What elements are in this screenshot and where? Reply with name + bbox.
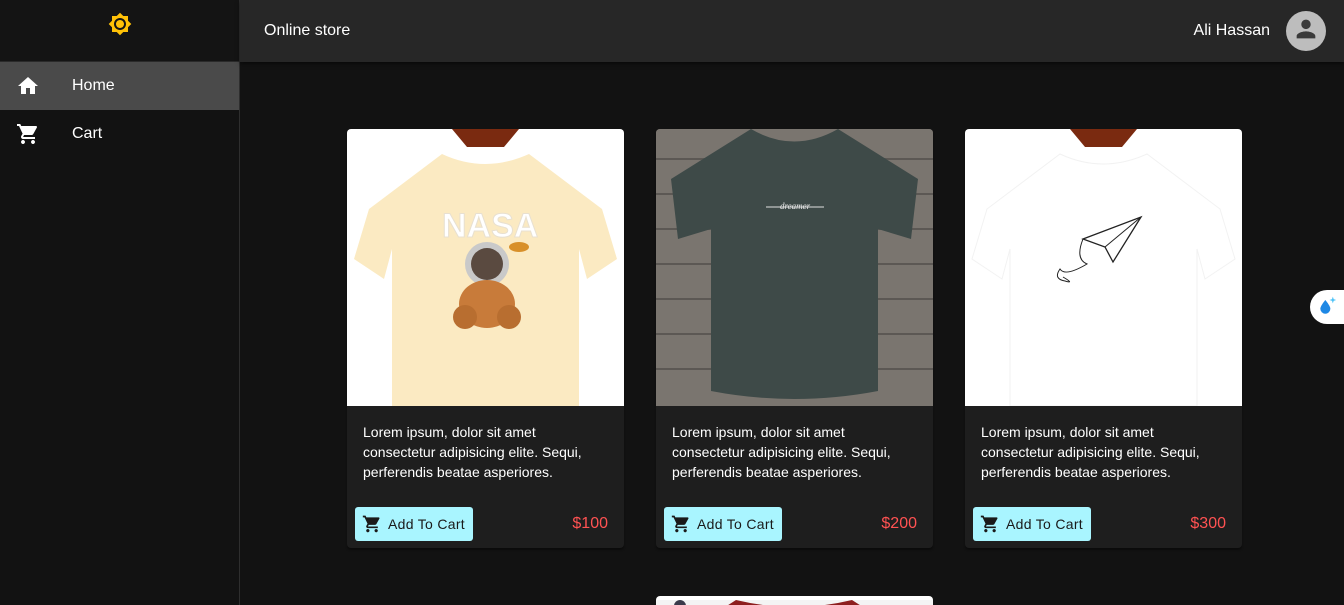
- product-card: dreamer Lorem ipsum, dolor sit amet cons…: [656, 129, 933, 548]
- product-card-partial: [656, 596, 933, 605]
- product-description: Lorem ipsum, dolor sit amet consectetur …: [672, 424, 891, 480]
- droplet-icon: [1317, 295, 1337, 320]
- product-description: Lorem ipsum, dolor sit amet consectetur …: [981, 424, 1200, 480]
- product-card: NASA Lorem ipsum, dolor sit amet consect…: [347, 129, 624, 548]
- sidebar-item-cart[interactable]: Cart: [0, 110, 239, 158]
- product-card: Lorem ipsum, dolor sit amet consectetur …: [965, 129, 1242, 548]
- product-image: [656, 600, 933, 605]
- add-to-cart-label: Add To Cart: [1006, 516, 1083, 532]
- sidebar-item-label: Home: [72, 77, 115, 94]
- add-to-cart-button[interactable]: Add To Cart: [664, 507, 782, 541]
- sidebar-header: [0, 0, 239, 62]
- add-to-cart-label: Add To Cart: [697, 516, 774, 532]
- home-icon: [16, 74, 40, 98]
- card-actions: Add To Cart $100: [347, 507, 624, 541]
- product-price: $300: [1190, 515, 1226, 532]
- cart-icon: [980, 514, 1000, 534]
- product-price: $200: [881, 515, 917, 532]
- cart-icon: [362, 514, 382, 534]
- page-title: Online store: [264, 22, 351, 39]
- product-price: $100: [572, 515, 608, 532]
- card-actions: Add To Cart $200: [656, 507, 933, 541]
- sidebar-item-home[interactable]: Home: [0, 62, 239, 110]
- app-bar: Online store Ali Hassan: [240, 0, 1344, 62]
- sun-icon[interactable]: [108, 12, 132, 41]
- product-image: [965, 129, 1242, 406]
- product-image: NASA: [347, 129, 624, 406]
- svg-text:dreamer: dreamer: [780, 201, 811, 211]
- account-icon: [1292, 15, 1320, 48]
- avatar[interactable]: [1286, 11, 1326, 51]
- cart-icon: [16, 122, 40, 146]
- cart-icon: [671, 514, 691, 534]
- add-to-cart-label: Add To Cart: [388, 516, 465, 532]
- floating-helper-button[interactable]: [1310, 290, 1344, 324]
- sidebar-item-label: Cart: [72, 125, 103, 142]
- product-image: dreamer: [656, 129, 933, 406]
- svg-text:NASA: NASA: [442, 207, 538, 245]
- user-name: Ali Hassan: [1193, 22, 1270, 39]
- card-actions: Add To Cart $300: [965, 507, 1242, 541]
- product-description: Lorem ipsum, dolor sit amet consectetur …: [363, 424, 582, 480]
- sidebar: Home Cart: [0, 0, 240, 605]
- add-to-cart-button[interactable]: Add To Cart: [355, 507, 473, 541]
- add-to-cart-button[interactable]: Add To Cart: [973, 507, 1091, 541]
